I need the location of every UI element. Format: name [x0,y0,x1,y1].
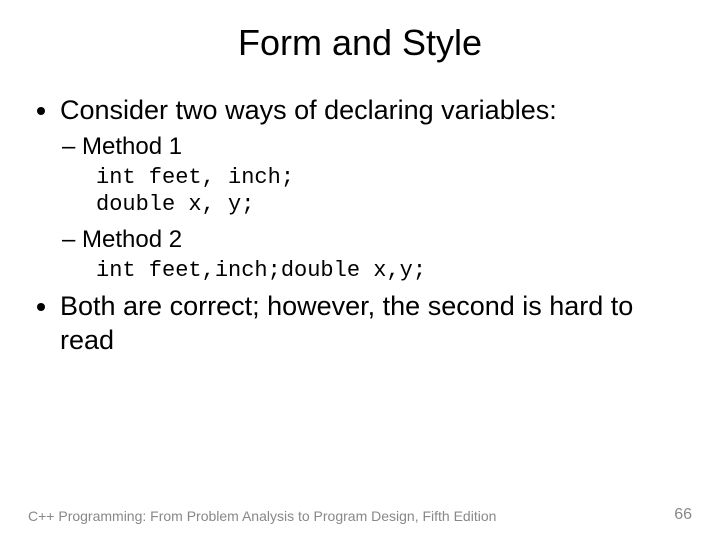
bullet-item: Both are correct; however, the second is… [60,290,692,358]
bullet-text: Consider two ways of declaring variables… [60,95,557,125]
sub-list: Method 1 int feet, inch; double x, y; Me… [60,132,692,285]
footer: C++ Programming: From Problem Analysis t… [28,506,692,524]
sub-item: Method 1 [62,132,692,162]
slide-title: Form and Style [0,0,720,74]
sub-item-label: Method 2 [82,226,182,253]
sub-item: Method 2 [62,225,692,255]
code-block: int feet, inch; double x, y; [96,164,692,219]
sub-item-label: Method 1 [82,133,182,160]
slide-body: Consider two ways of declaring variables… [0,74,720,358]
footer-source: C++ Programming: From Problem Analysis t… [28,508,496,524]
slide: Form and Style Consider two ways of decl… [0,0,720,540]
bullet-text: Both are correct; however, the second is… [60,291,633,355]
page-number: 66 [674,506,692,524]
bullet-item: Consider two ways of declaring variables… [60,94,692,284]
code-block: int feet,inch;double x,y; [96,257,692,285]
bullet-list: Consider two ways of declaring variables… [28,94,692,358]
